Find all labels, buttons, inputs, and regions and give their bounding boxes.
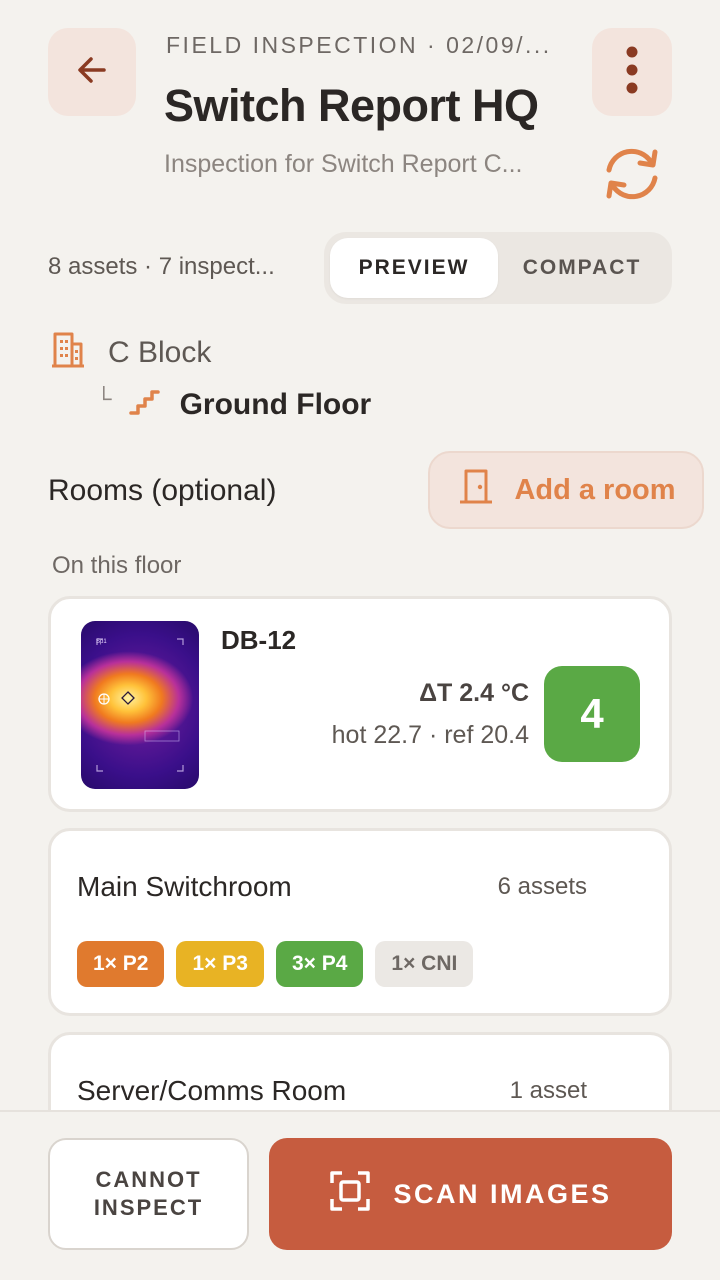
door-icon [456,466,496,514]
delta-temperature: ΔT 2.4 °C [419,679,529,707]
page-title: Switch Report HQ [164,80,539,131]
more-vertical-icon [622,45,642,100]
tree-branch-icon: └ [96,386,112,411]
priority-chips: 1× P2 1× P3 3× P4 1× CNI [77,941,474,987]
priority-score-badge: 4 [544,666,640,762]
location-floor: └ Ground Floor [96,386,372,422]
stairs-icon [128,389,160,422]
room-name: Main Switchroom [77,871,292,902]
floor-name: Ground Floor [179,388,372,421]
room-asset-count: 1 asset [509,1077,587,1104]
inspection-summary: 8 assets · 7 inspect... [48,253,275,280]
chip-p2: 1× P2 [77,941,165,987]
scan-images-label: SCAN IMAGES [393,1178,612,1209]
page-kicker: FIELD INSPECTION · 02/09/... [166,32,552,58]
add-room-label: Add a room [514,473,676,506]
location-building: C Block [48,330,211,375]
rooms-heading: Rooms (optional) [48,474,277,507]
toggle-preview[interactable]: PREVIEW [330,238,498,298]
building-name: C Block [108,335,212,369]
section-label: On this floor [52,552,182,579]
inspection-screen: FIELD INSPECTION · 02/09/... Switch Repo… [0,0,720,1280]
page-subtitle: Inspection for Switch Report C... [164,150,523,178]
arrow-left-icon [72,50,112,95]
chip-cni: 1× CNI [375,941,474,987]
back-button[interactable] [48,28,136,116]
scan-icon [329,1170,371,1219]
sync-icon [599,148,665,205]
building-icon [48,330,88,375]
temperature-readings: hot 22.7 · ref 20.4 [331,721,529,749]
asset-card[interactable]: Sp1 DB-12 ΔT 2.4 °C hot 22.7 · ref 20.4 … [48,596,672,812]
room-card[interactable]: Main Switchroom 6 assets 1× P2 1× P3 3× … [48,828,672,1016]
toggle-compact[interactable]: COMPACT [498,238,666,298]
bottom-action-bar: CANNOT INSPECT SCAN IMAGES [0,1110,720,1280]
chip-p3: 1× P3 [176,941,264,987]
cannot-inspect-button[interactable]: CANNOT INSPECT [48,1138,249,1250]
thermal-image-thumbnail: Sp1 [81,621,199,789]
thumbnail-annotation: Sp1 [96,639,107,645]
asset-name: DB-12 [221,625,297,655]
chip-p4: 3× P4 [275,941,364,987]
scan-images-button[interactable]: SCAN IMAGES [269,1138,672,1250]
view-mode-toggle: PREVIEW COMPACT [324,232,672,304]
room-asset-count: 6 assets [497,873,587,900]
more-menu-button[interactable] [592,28,672,116]
add-room-button[interactable]: Add a room [428,451,704,529]
room-name: Server/Comms Room [77,1075,347,1106]
sync-button[interactable] [596,146,668,206]
